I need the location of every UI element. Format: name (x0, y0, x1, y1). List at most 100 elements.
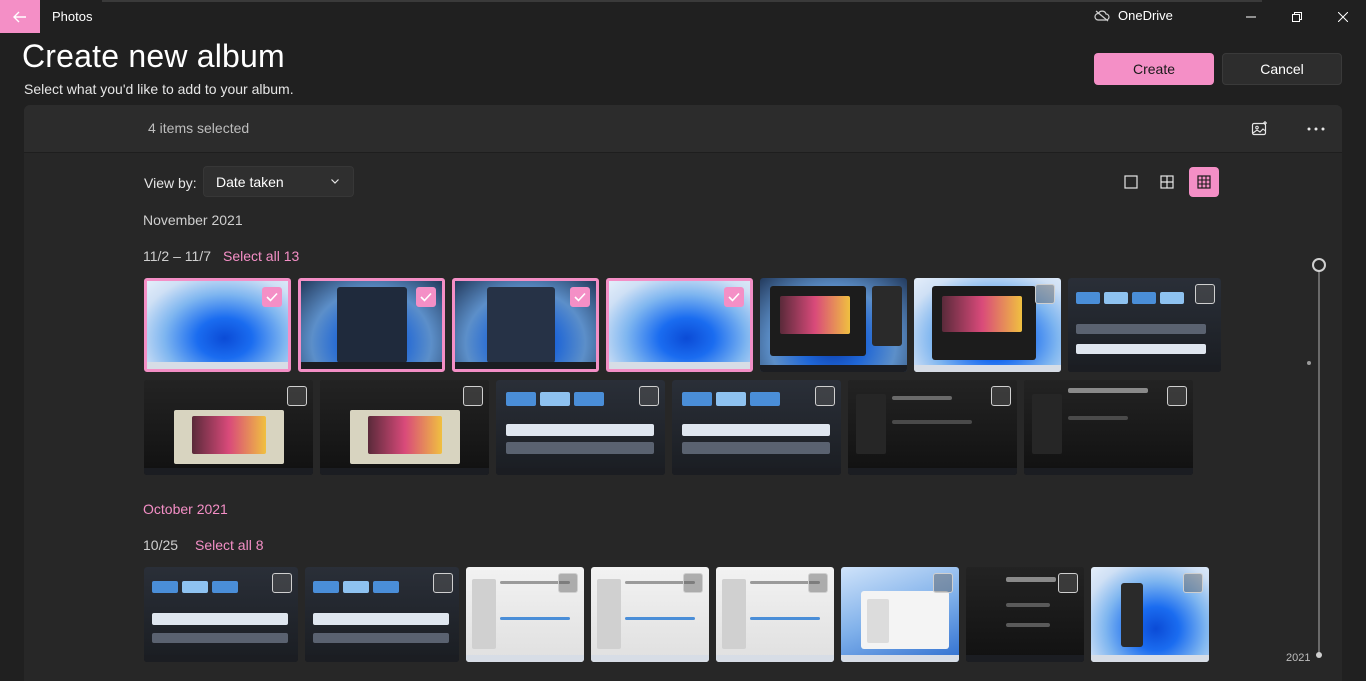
minimize-icon (1246, 16, 1256, 17)
photo-thumbnail[interactable] (496, 380, 665, 475)
photo-taskbar (455, 362, 596, 369)
tile (212, 581, 238, 593)
square-icon (1124, 175, 1138, 189)
tile (1160, 292, 1184, 304)
restore-icon (1292, 11, 1302, 22)
create-button[interactable]: Create (1094, 53, 1214, 85)
view-by-value: Date taken (216, 173, 284, 190)
checkbox[interactable] (724, 287, 744, 307)
photo-thumbnail[interactable] (144, 380, 313, 475)
photo-thumbnail[interactable] (1024, 380, 1193, 475)
month-heading: October 2021 (143, 501, 228, 517)
date-range: 10/25 (143, 537, 179, 553)
tile-row (152, 613, 288, 625)
month-heading: November 2021 (143, 212, 243, 228)
photo-thumbnail[interactable] (914, 278, 1061, 372)
tile-row (313, 613, 449, 625)
select-all-link[interactable]: Select all 8 (195, 537, 263, 553)
photo-picker-panel: 4 items selected View by: Date taken Nov… (24, 105, 1342, 681)
photo-thumbnail[interactable] (320, 380, 489, 475)
photo-thumbnail[interactable] (305, 567, 459, 662)
checkbox[interactable] (991, 386, 1011, 406)
app-title: Photos (52, 9, 93, 24)
photo-thumbnail[interactable] (466, 567, 584, 662)
photo-thumbnail[interactable] (606, 278, 753, 372)
checkbox[interactable] (683, 573, 703, 593)
medium-grid-button[interactable] (1152, 167, 1182, 197)
checkbox[interactable] (416, 287, 436, 307)
back-button[interactable] (0, 0, 40, 33)
timeline-scrubber[interactable] (1318, 266, 1320, 654)
text-line (892, 420, 972, 424)
text-line (750, 617, 820, 620)
text-line (1068, 388, 1148, 393)
tile (506, 392, 536, 406)
photo-thumbnail[interactable] (591, 567, 709, 662)
check-icon (266, 292, 278, 302)
page-title: Create new album (22, 38, 285, 74)
checkbox[interactable] (815, 386, 835, 406)
close-icon (1338, 11, 1348, 22)
selection-toolbar: 4 items selected (24, 105, 1342, 153)
text-line (1006, 577, 1056, 582)
small-grid-button[interactable] (1189, 167, 1219, 197)
tile (682, 392, 712, 406)
photo-thumbnail[interactable] (841, 567, 959, 662)
tile (750, 392, 780, 406)
photo-thumbnail[interactable] (144, 278, 291, 372)
single-view-button[interactable] (1116, 167, 1146, 197)
tile (152, 581, 178, 593)
album-art (192, 416, 266, 454)
photo-taskbar (848, 468, 1017, 475)
checkbox[interactable] (287, 386, 307, 406)
photo-thumbnail[interactable] (966, 567, 1084, 662)
tile-row (506, 424, 654, 436)
checkbox[interactable] (1035, 284, 1055, 304)
more-options-button[interactable] (1304, 117, 1328, 141)
minimize-button[interactable] (1228, 0, 1274, 33)
checkbox[interactable] (1183, 573, 1203, 593)
tile-row (1076, 324, 1206, 334)
checkbox[interactable] (262, 287, 282, 307)
select-all-link[interactable]: Select all 13 (223, 248, 299, 264)
selected-count: 4 items selected (148, 120, 250, 136)
tile (343, 581, 369, 593)
checkbox[interactable] (639, 386, 659, 406)
checkbox[interactable] (570, 287, 590, 307)
timeline-handle[interactable] (1312, 258, 1326, 272)
restore-button[interactable] (1274, 0, 1320, 33)
photo-thumbnail[interactable] (144, 567, 298, 662)
photo-thumbnail[interactable] (1091, 567, 1209, 662)
photo-thumbnail[interactable] (716, 567, 834, 662)
checkbox[interactable] (558, 573, 578, 593)
checkbox[interactable] (1167, 386, 1187, 406)
checkbox[interactable] (1058, 573, 1078, 593)
checkbox[interactable] (933, 573, 953, 593)
photo-taskbar (144, 468, 313, 475)
photo-thumbnail[interactable] (298, 278, 445, 372)
checkbox[interactable] (463, 386, 483, 406)
cancel-button[interactable]: Cancel (1222, 53, 1342, 85)
view-by-dropdown[interactable]: Date taken (203, 166, 354, 197)
checkbox[interactable] (433, 573, 453, 593)
checkbox[interactable] (1195, 284, 1215, 304)
photo-taskbar (496, 468, 665, 475)
photo-thumbnail[interactable] (452, 278, 599, 372)
date-range: 11/2 – 11/7 (143, 248, 211, 264)
checkbox[interactable] (808, 573, 828, 593)
checkbox[interactable] (272, 573, 292, 593)
photo-thumbnail[interactable] (1068, 278, 1221, 372)
onedrive-status[interactable]: OneDrive (1094, 8, 1173, 23)
photo-taskbar (144, 655, 298, 662)
album-art (780, 296, 850, 334)
photo-thumbnail[interactable] (760, 278, 907, 372)
photo-thumbnail[interactable] (672, 380, 841, 475)
settings-sidebar (1032, 394, 1062, 454)
tile (373, 581, 399, 593)
close-button[interactable] (1320, 0, 1366, 33)
photo-taskbar (672, 468, 841, 475)
photo-thumbnail[interactable] (848, 380, 1017, 475)
tile-row (506, 442, 654, 454)
import-photo-button[interactable] (1248, 117, 1272, 141)
check-icon (728, 292, 740, 302)
